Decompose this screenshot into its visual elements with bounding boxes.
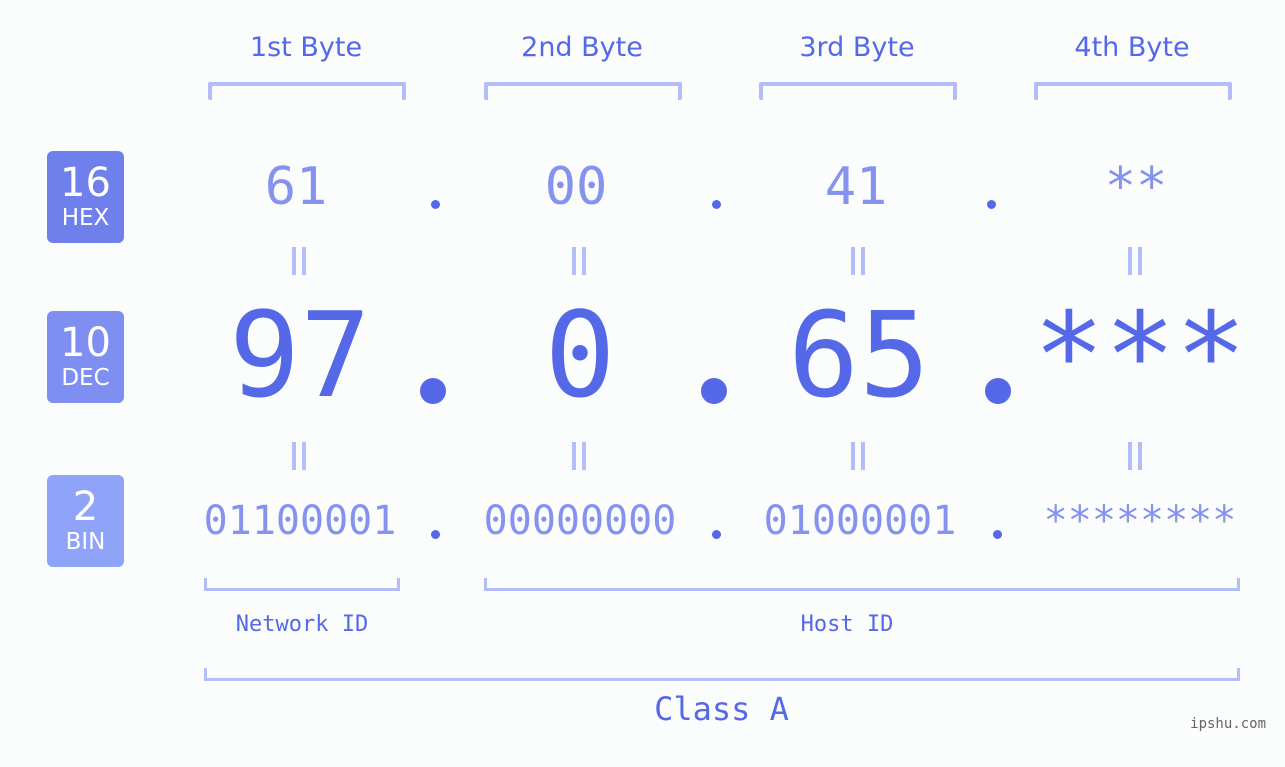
dec-separator-dot <box>420 378 446 404</box>
byte-bracket-4 <box>1034 82 1232 100</box>
bin-separator-dot <box>712 530 721 539</box>
equals-icon <box>570 442 588 470</box>
equals-icon <box>1126 442 1144 470</box>
dec-separator-dot <box>701 378 727 404</box>
network-id-label: Network ID <box>235 612 369 637</box>
hex-value-1: 61 <box>264 157 328 217</box>
dec-value-2: 0 <box>544 286 616 424</box>
byte-bracket-3 <box>759 82 957 100</box>
bin-base: 2 <box>72 484 99 530</box>
bin-label: BIN <box>65 529 106 555</box>
hex-value-2: 00 <box>544 157 608 217</box>
dec-label: DEC <box>61 365 110 391</box>
equals-icon <box>1126 247 1144 275</box>
equals-icon <box>290 247 308 275</box>
bin-badge: 2 BIN <box>47 475 124 567</box>
dec-base: 10 <box>60 320 111 366</box>
dec-value-3: 65 <box>787 286 931 424</box>
bin-separator-dot <box>993 530 1002 539</box>
hex-label: HEX <box>61 205 110 231</box>
byte-header-3: 3rd Byte <box>799 32 915 63</box>
equals-icon <box>570 247 588 275</box>
dec-badge: 10 DEC <box>47 311 124 403</box>
dec-separator-dot <box>985 378 1011 404</box>
dec-value-4: *** <box>1033 286 1247 424</box>
hex-separator-dot <box>987 200 996 209</box>
hex-base: 16 <box>60 160 111 206</box>
host-id-bracket <box>484 578 1240 591</box>
byte-header-2: 2nd Byte <box>521 32 643 63</box>
byte-bracket-1 <box>208 82 406 100</box>
hex-value-4: ** <box>1104 157 1168 217</box>
bin-value-4: ******** <box>1043 498 1237 544</box>
class-label: Class A <box>654 690 789 728</box>
dec-value-1: 97 <box>228 286 372 424</box>
hex-badge: 16 HEX <box>47 151 124 243</box>
network-id-bracket <box>204 578 400 591</box>
bin-value-3: 01000001 <box>763 498 957 544</box>
hex-value-3: 41 <box>824 157 888 217</box>
equals-icon <box>849 442 867 470</box>
host-id-label: Host ID <box>800 612 894 637</box>
bin-separator-dot <box>431 530 440 539</box>
hex-separator-dot <box>712 200 721 209</box>
byte-bracket-2 <box>484 82 682 100</box>
watermark: ipshu.com <box>1190 716 1266 732</box>
equals-icon <box>849 247 867 275</box>
bin-value-1: 01100001 <box>203 498 397 544</box>
equals-icon <box>290 442 308 470</box>
byte-header-1: 1st Byte <box>249 32 363 63</box>
bin-value-2: 00000000 <box>483 498 677 544</box>
byte-header-4: 4th Byte <box>1074 32 1190 63</box>
hex-separator-dot <box>431 200 440 209</box>
class-bracket <box>204 668 1240 681</box>
